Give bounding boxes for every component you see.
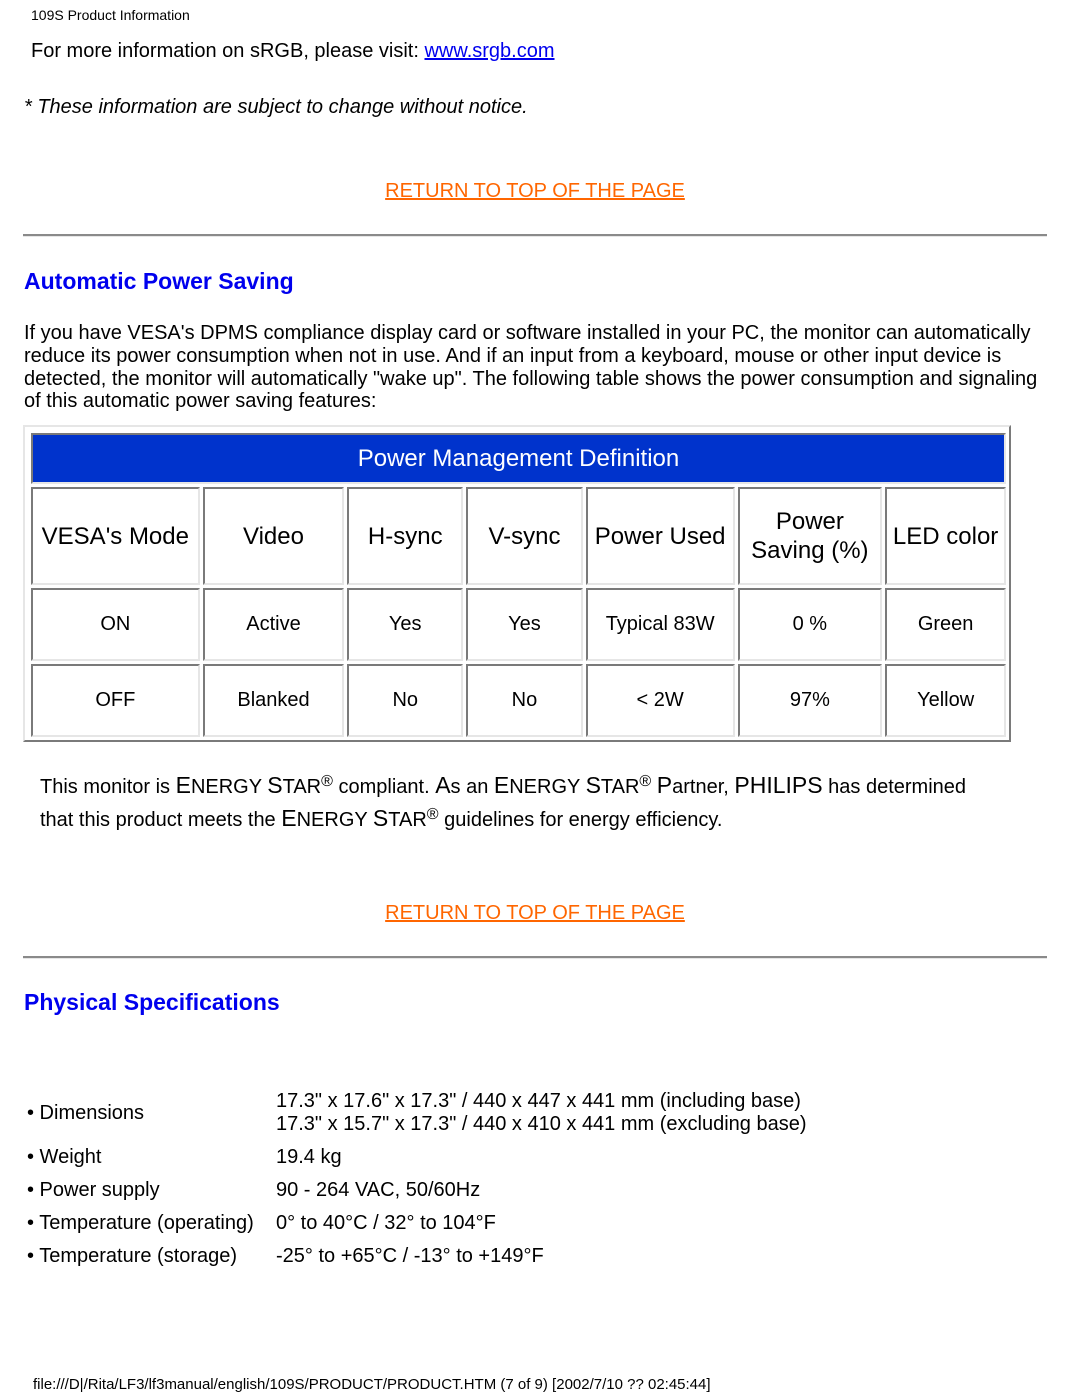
table-cell: 0 % (737, 588, 883, 661)
text: TAR (600, 776, 640, 798)
registered-mark: ® (321, 773, 333, 790)
header-cell: H-sync (347, 487, 464, 585)
table-row: OFF Blanked No No < 2W 97% Yellow (31, 664, 1006, 737)
page-header: 109S Product Information (31, 7, 190, 23)
text: E (175, 772, 191, 798)
text: This monitor is (40, 776, 176, 798)
change-notice: * These information are subject to chang… (24, 96, 528, 118)
power-saving-intro: If you have VESA's DPMS compliance displ… (24, 322, 1038, 413)
registered-mark: ® (426, 806, 439, 823)
return-to-top-2: RETURN TO TOP OF THE PAGE (0, 902, 1070, 925)
divider (23, 956, 1047, 959)
text: NERGY (190, 776, 268, 798)
spec-value: 0° to 40°C / 32° to 104°F (276, 1212, 496, 1234)
text: guidelines for energy efficiency. (438, 809, 723, 831)
spec-row: • Weight 19.4 kg (27, 1141, 807, 1174)
return-to-top-link[interactable]: RETURN TO TOP OF THE PAGE (385, 902, 685, 924)
text: artner, (672, 776, 735, 798)
header-cell: VESA's Mode (31, 487, 200, 585)
spec-value: 19.4 kg (276, 1146, 342, 1168)
text: S (585, 772, 601, 798)
table-cell: Yes (347, 588, 464, 661)
spec-label: • Dimensions (27, 1101, 145, 1124)
srgb-link[interactable]: www.srgb.com (424, 40, 554, 62)
text: S (267, 772, 283, 798)
table-cell: < 2W (585, 664, 735, 737)
table-cell: OFF (31, 664, 200, 737)
header-cell: Power Saving (%) (737, 487, 883, 585)
table-cell: Blanked (202, 664, 345, 737)
spec-label: • Temperature (storage) (27, 1245, 238, 1267)
header-cell: V-sync (466, 487, 583, 585)
spec-value: 17.3" x 17.6" x 17.3" / 440 x 447 x 441 … (276, 1085, 807, 1141)
table-cell: No (466, 664, 583, 737)
energy-star-statement: This monitor is ENERGY STAR® compliant. … (40, 770, 1000, 836)
spec-row: • Power supply 90 - 264 VAC, 50/60Hz (27, 1174, 807, 1207)
spec-value-line: 17.3" x 17.6" x 17.3" / 440 x 447 x 441 … (276, 1090, 801, 1112)
text: TAR (282, 776, 322, 798)
text: S (372, 805, 389, 831)
header-cell: Video (202, 487, 345, 585)
spec-row: • Temperature (storage) -25° to +65°C / … (27, 1240, 807, 1273)
power-saving-header: Power Saving (%) (751, 508, 869, 564)
table-header-row: VESA's Mode Video H-sync V-sync Power Us… (31, 487, 1006, 585)
text: NERGY (296, 809, 373, 831)
table-cell: Typical 83W (585, 588, 735, 661)
return-to-top-link[interactable]: RETURN TO TOP OF THE PAGE (385, 180, 685, 202)
text: E (281, 805, 297, 831)
divider (23, 234, 1047, 237)
spec-value: -25° to +65°C / -13° to +149°F (276, 1245, 544, 1267)
section-title-power-saving: Automatic Power Saving (24, 268, 294, 294)
srgb-info: For more information on sRGB, please vis… (31, 40, 555, 63)
spec-row: • Temperature (operating) 0° to 40°C / 3… (27, 1207, 807, 1240)
table-cell: ON (31, 588, 200, 661)
spec-value-line: 17.3" x 15.7" x 17.3" / 440 x 410 x 441 … (276, 1113, 807, 1135)
text: TAR (388, 809, 427, 831)
spec-row: • Dimensions 17.3" x 17.6" x 17.3" / 440… (27, 1085, 807, 1141)
brand-name: PHILIPS (734, 772, 823, 798)
table-title: Power Management Definition (31, 433, 1006, 484)
page-footer: file:///D|/Rita/LF3/lf3manual/english/10… (33, 1376, 711, 1393)
table-cell: Yes (466, 588, 583, 661)
table-cell: No (347, 664, 464, 737)
physical-specs-table: • Dimensions 17.3" x 17.6" x 17.3" / 440… (27, 1085, 807, 1273)
table-row: ON Active Yes Yes Typical 83W 0 % Green (31, 588, 1006, 661)
spec-label: • Power supply (27, 1179, 160, 1201)
text: E (493, 772, 510, 798)
text: P (656, 772, 673, 798)
text: NERGY (509, 776, 586, 798)
text: compliant. (332, 776, 436, 798)
table-cell: Active (202, 588, 345, 661)
power-management-table: Power Management Definition VESA's Mode … (23, 425, 1011, 742)
srgb-text: For more information on sRGB, please vis… (31, 40, 425, 62)
spec-label: • Weight (27, 1146, 102, 1168)
table-cell: Green (885, 588, 1006, 661)
registered-mark: ® (639, 773, 652, 790)
table-cell: 97% (737, 664, 883, 737)
return-to-top-1: RETURN TO TOP OF THE PAGE (0, 180, 1070, 203)
section-title-physical: Physical Specifications (24, 989, 280, 1015)
spec-value: 90 - 264 VAC, 50/60Hz (276, 1179, 481, 1201)
header-cell: Power Used (585, 487, 735, 585)
spec-label: • Temperature (operating) (27, 1212, 254, 1234)
text: A (435, 772, 451, 798)
text: s an (450, 776, 494, 798)
table-cell: Yellow (885, 664, 1006, 737)
header-cell: LED color (885, 487, 1006, 585)
